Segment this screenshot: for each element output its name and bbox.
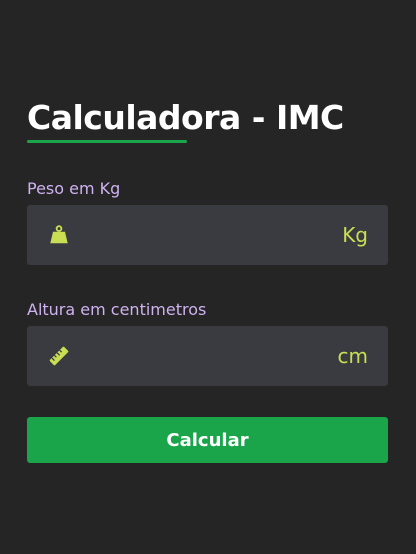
weight-field[interactable]: Kg: [27, 205, 388, 265]
weight-input[interactable]: [87, 205, 287, 265]
height-unit: cm: [337, 344, 368, 368]
calculate-button[interactable]: Calcular: [27, 417, 388, 463]
weight-unit: Kg: [342, 223, 368, 247]
height-field[interactable]: cm: [27, 326, 388, 386]
ruler-icon: [49, 346, 69, 366]
title-underline: [27, 140, 187, 143]
weight-icon: [50, 225, 68, 244]
weight-label: Peso em Kg: [27, 179, 121, 198]
height-input[interactable]: [87, 326, 287, 386]
page-title: Calculadora - IMC: [27, 98, 344, 137]
height-label: Altura em centimetros: [27, 300, 207, 319]
